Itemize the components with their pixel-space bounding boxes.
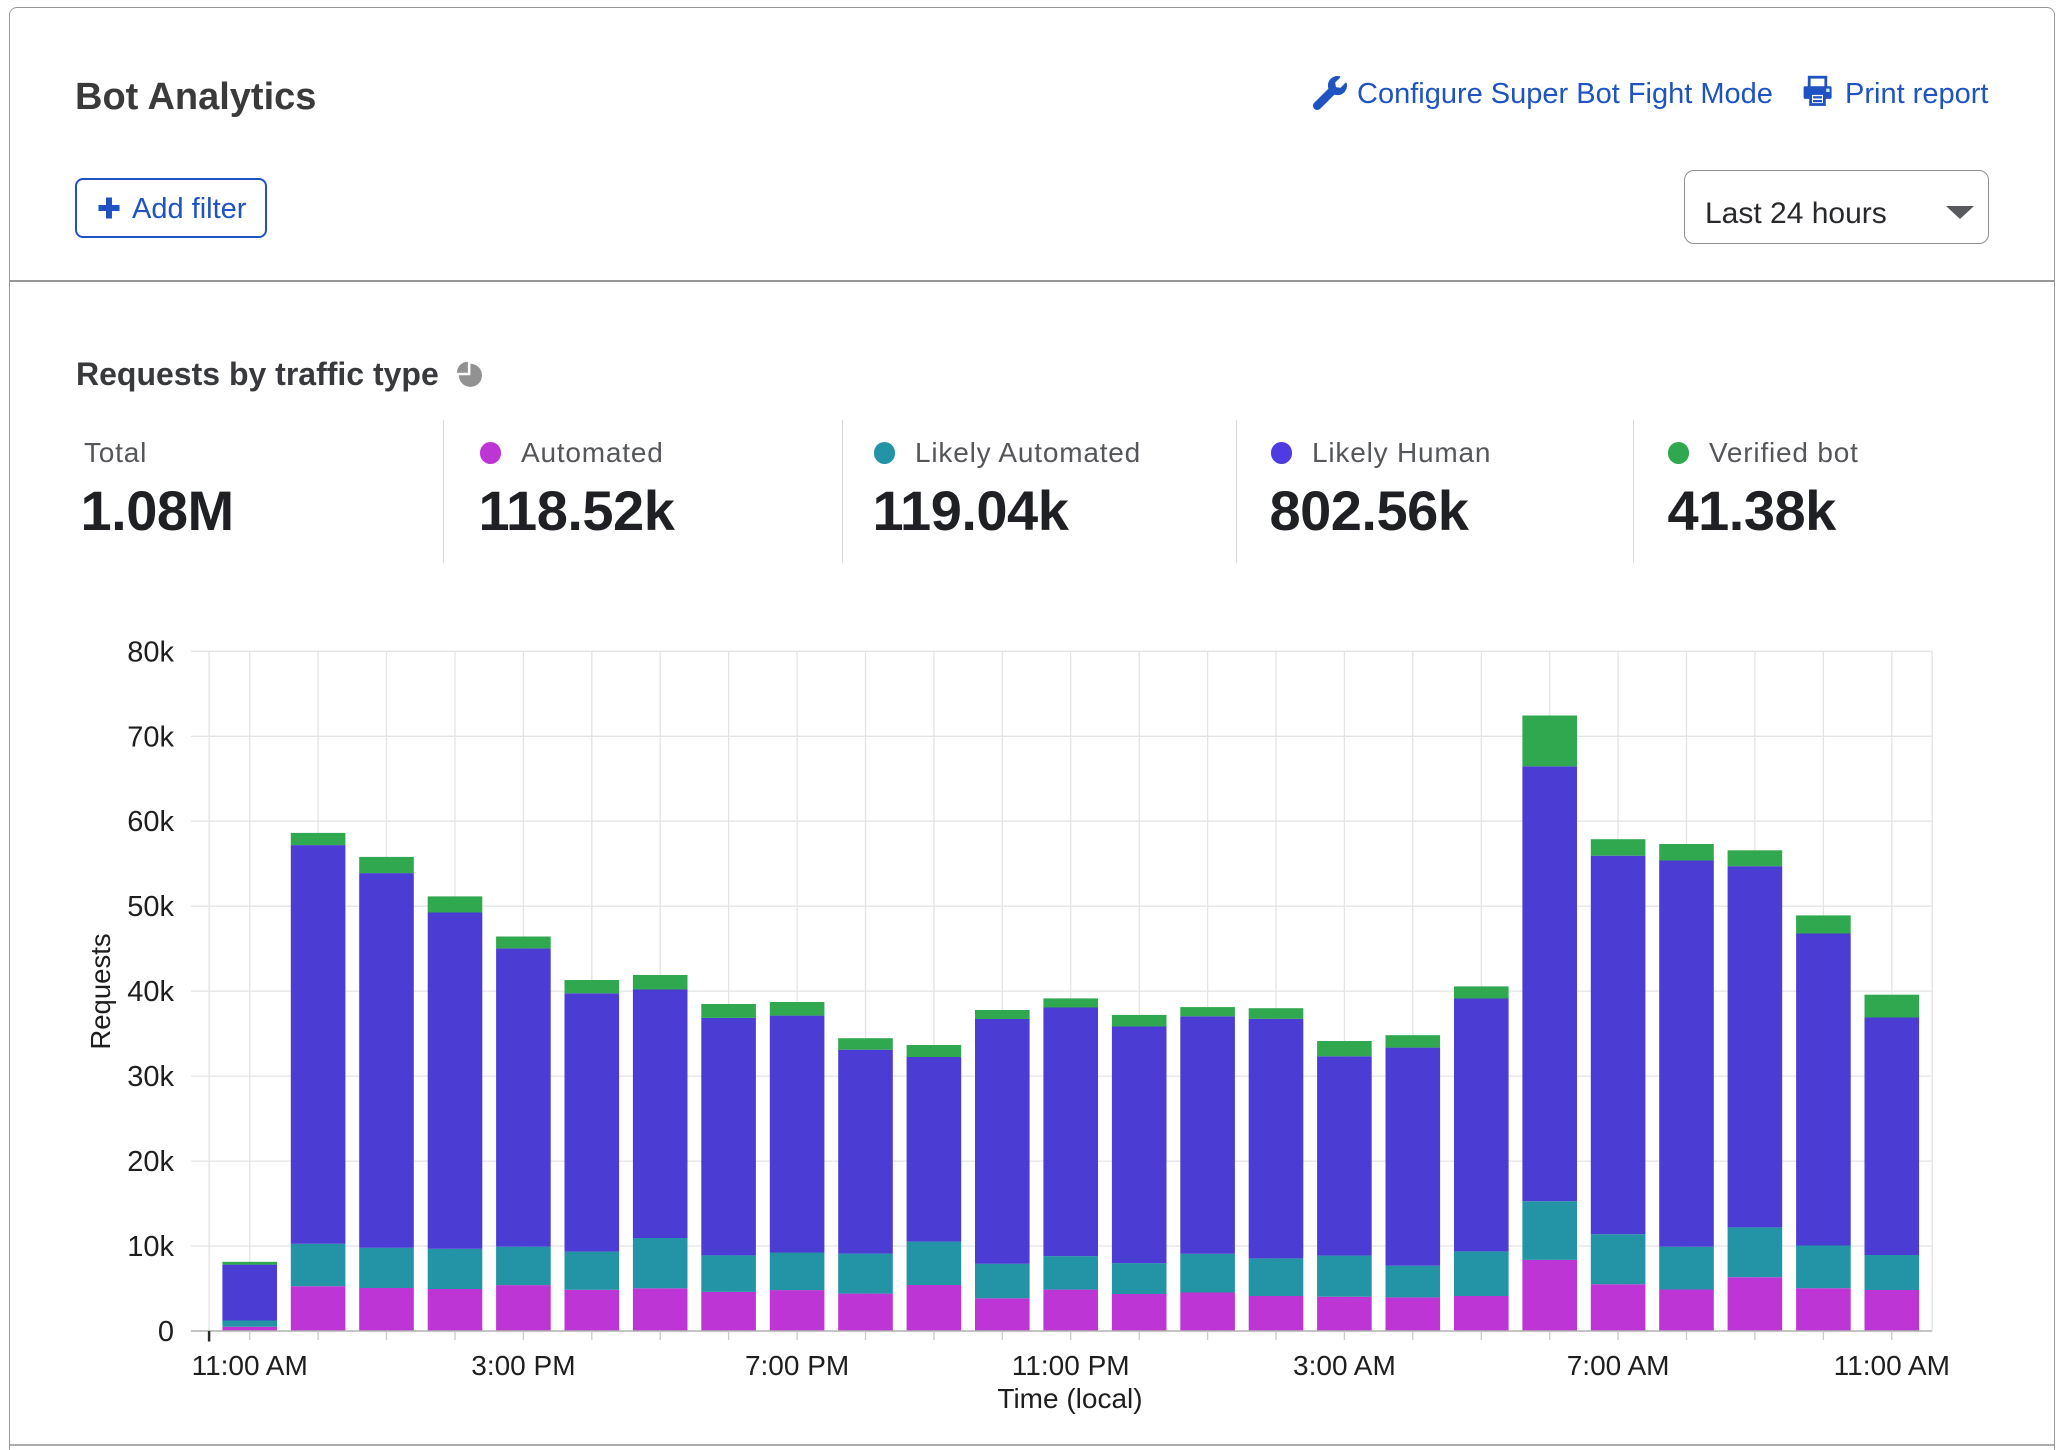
svg-text:3:00 PM: 3:00 PM	[471, 1350, 575, 1381]
svg-text:50k: 50k	[127, 891, 174, 923]
svg-text:10k: 10k	[127, 1231, 174, 1263]
svg-text:40k: 40k	[127, 976, 174, 1008]
svg-text:0: 0	[158, 1316, 174, 1348]
svg-text:3:00 AM: 3:00 AM	[1293, 1350, 1396, 1381]
svg-text:80k: 80k	[127, 636, 174, 668]
svg-text:30k: 30k	[127, 1061, 174, 1093]
svg-text:Time (local): Time (local)	[997, 1383, 1142, 1414]
svg-text:60k: 60k	[127, 806, 174, 838]
svg-text:11:00 PM: 11:00 PM	[1012, 1350, 1130, 1381]
svg-text:Requests: Requests	[85, 933, 116, 1049]
svg-text:70k: 70k	[127, 721, 174, 753]
svg-text:11:00 AM: 11:00 AM	[192, 1350, 308, 1381]
svg-text:7:00 AM: 7:00 AM	[1567, 1350, 1670, 1381]
svg-text:20k: 20k	[127, 1146, 174, 1178]
svg-text:11:00 AM: 11:00 AM	[1834, 1350, 1950, 1381]
svg-text:7:00 PM: 7:00 PM	[745, 1350, 849, 1381]
